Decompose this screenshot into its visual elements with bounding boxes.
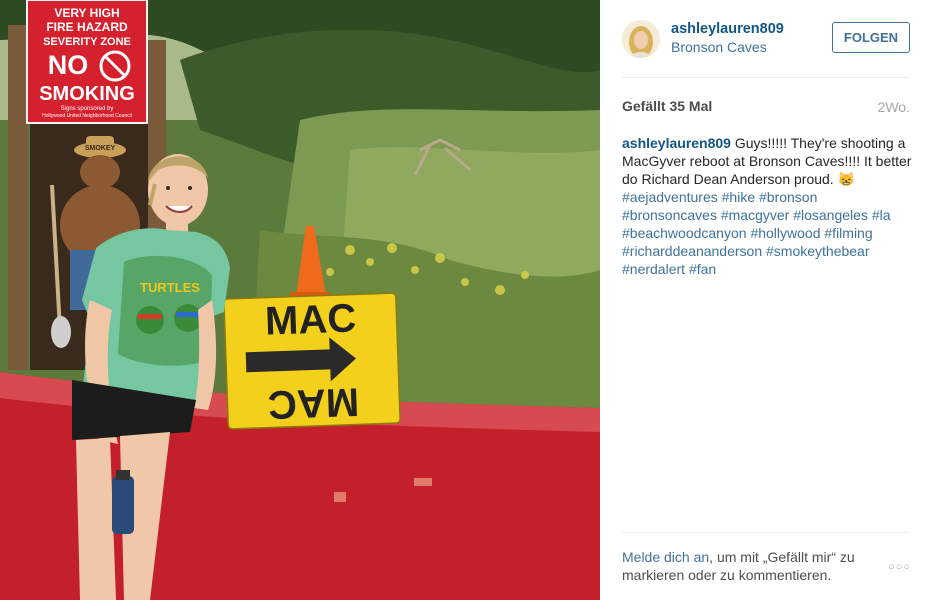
divider — [622, 77, 910, 78]
ellipsis-icon[interactable]: ○○○ — [888, 561, 911, 573]
sign-line-7: Hollywood United Neighborhood Council — [42, 113, 132, 119]
hashtag[interactable]: #la — [872, 207, 891, 223]
post-time[interactable]: 2Wo. — [878, 99, 910, 115]
photo-scene: VERY HIGH FIRE HAZARD SEVERITY ZONE NO S… — [0, 0, 600, 600]
mac-top-text: MAC — [264, 296, 357, 343]
mac-bottom-text: MAC — [267, 379, 360, 426]
hashtag[interactable]: #losangeles — [793, 207, 868, 223]
hashtag[interactable]: #beachwoodcanyon — [622, 225, 747, 241]
post-header: ashleylauren809 Bronson Caves FOLGEN — [622, 18, 912, 62]
caption-username[interactable]: ashleylauren809 — [622, 135, 731, 151]
sign-line-6: Signs sponsored by — [61, 106, 114, 112]
hashtag[interactable]: #bronson — [759, 189, 817, 205]
caption: ashleylauren809 Guys!!!!! They're shooti… — [622, 134, 912, 278]
divider — [622, 532, 910, 533]
sign-line-5: SMOKING — [39, 83, 135, 105]
login-link[interactable]: Melde dich an — [622, 549, 709, 565]
sign-line-3: SEVERITY ZONE — [43, 36, 131, 48]
hashtag[interactable]: #filming — [824, 225, 872, 241]
post-details-panel: ashleylauren809 Bronson Caves FOLGEN Gef… — [600, 0, 933, 600]
hashtag[interactable]: #richarddeananderson — [622, 243, 762, 259]
likes-count[interactable]: Gefällt 35 Mal — [622, 98, 712, 114]
shirt-text: TURTLES — [140, 280, 200, 295]
sign-line-2: FIRE HAZARD — [46, 20, 128, 34]
login-prompt: Melde dich an, um mit „Gefällt mir“ zu m… — [622, 548, 882, 584]
location-link[interactable]: Bronson Caves — [671, 39, 767, 55]
sign-line-4: NO — [48, 50, 89, 80]
avatar[interactable] — [622, 20, 660, 58]
hashtag[interactable]: #aejadventures — [622, 189, 718, 205]
hashtag[interactable]: #hollywood — [750, 225, 820, 241]
username-link[interactable]: ashleylauren809 — [671, 21, 784, 37]
hashtag[interactable]: #nerdalert — [622, 261, 685, 277]
hashtag[interactable]: #bronsoncaves — [622, 207, 717, 223]
hashtag[interactable]: #hike — [722, 189, 755, 205]
follow-button[interactable]: FOLGEN — [832, 22, 910, 53]
sign-line-1: VERY HIGH — [54, 6, 119, 20]
smokey-hat-text: SMOKEY — [85, 145, 116, 152]
hashtag[interactable]: #fan — [689, 261, 716, 277]
post-photo[interactable]: VERY HIGH FIRE HAZARD SEVERITY ZONE NO S… — [0, 0, 600, 600]
hashtag[interactable]: #macgyver — [721, 207, 789, 223]
hashtag[interactable]: #smokeythebear — [766, 243, 870, 259]
